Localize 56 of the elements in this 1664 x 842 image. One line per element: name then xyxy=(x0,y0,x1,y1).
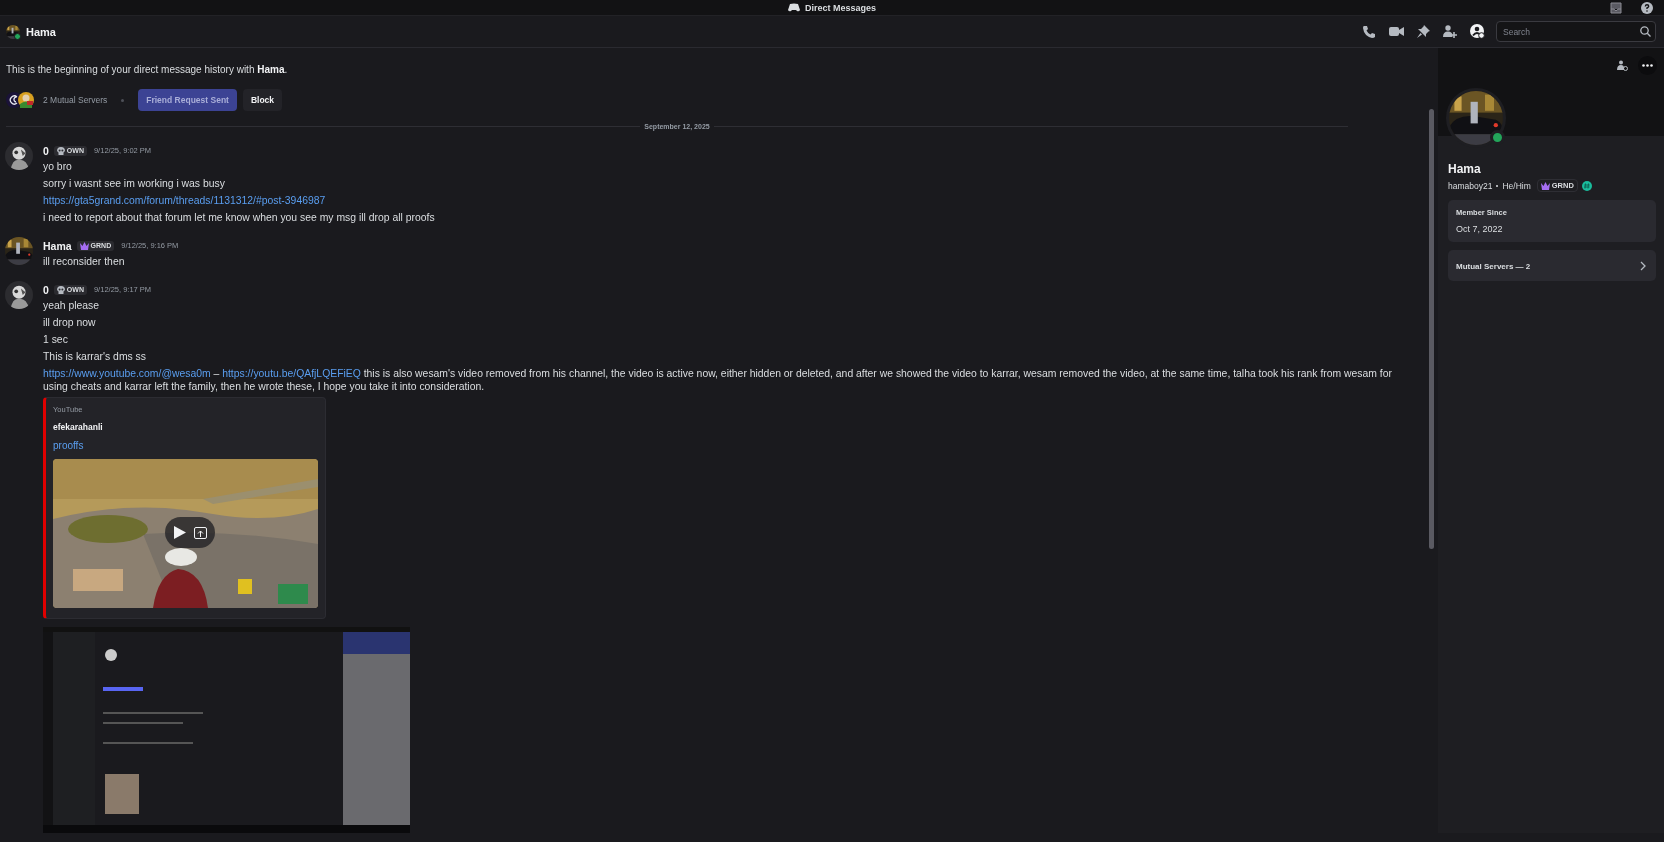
member-since-date: Oct 7, 2022 xyxy=(1456,224,1504,234)
message-link[interactable]: https://youtu.be/QAfjLQEFiEQ xyxy=(222,368,361,379)
author-name[interactable]: 0 xyxy=(43,144,49,157)
message-text: 1 sec xyxy=(43,333,69,346)
crown-icon xyxy=(1540,181,1550,190)
pronouns: He/Him xyxy=(1502,180,1531,191)
channel-name: Hama xyxy=(26,25,56,38)
controller-icon xyxy=(787,3,800,12)
block-button[interactable]: Block xyxy=(242,89,283,111)
message-text: This is karrar's dms ss xyxy=(43,350,147,363)
message-text: yeah please xyxy=(43,299,101,312)
user-avatar xyxy=(5,281,33,309)
user-note-icon[interactable] xyxy=(1615,60,1628,71)
message-text: ill drop now xyxy=(43,316,97,329)
message-text: sorry i wasnt see im working i was busy xyxy=(43,177,226,190)
help-icon[interactable] xyxy=(1641,1,1653,14)
message-link[interactable]: https://gta5grand.com/forum/threads/1131312/#post-3946987 xyxy=(43,195,326,206)
author-name[interactable]: Hama xyxy=(43,239,72,252)
search-icon[interactable] xyxy=(1640,26,1651,37)
message-text: yo bro xyxy=(43,160,73,173)
phone-call-icon[interactable] xyxy=(1362,24,1376,39)
skull-icon xyxy=(56,146,65,155)
skull-icon xyxy=(56,285,65,294)
user-profile-icon[interactable] xyxy=(1470,24,1485,39)
open-external-icon xyxy=(193,526,207,539)
user-avatar xyxy=(5,237,33,265)
message-text: ill reconsider then xyxy=(43,255,126,268)
user-avatar xyxy=(6,24,20,39)
inbox-icon[interactable] xyxy=(1610,1,1622,14)
message-text: https://www.youtube.com/@wesa0m – https://youtu.be/QAfjLQEFiEQ this is also wesam's video removed from his channel, the video is active now, either hidden or deleted, and after we showed the video to karrar, wesam removed the video, at the same time, talha took his rank from wesam for using cheats and karrar left the family, then he wrote these, I hope you take it into consideration. xyxy=(43,367,1393,393)
scrollbar[interactable] xyxy=(1429,109,1434,549)
more-icon[interactable] xyxy=(1642,64,1653,67)
server-icon[interactable] xyxy=(18,92,34,108)
message-text: i need to report about that forum let me know when you see my msg ill drop all proofs xyxy=(43,211,436,224)
message-link[interactable]: https://www.youtube.com/@wesa0m xyxy=(43,368,211,379)
friend-request-button[interactable]: Friend Request Sent xyxy=(138,89,237,111)
intro-text: This is the beginning of your direct message history with Hama. xyxy=(6,64,289,75)
author-name[interactable]: 0 xyxy=(43,283,49,296)
more-button[interactable] xyxy=(1638,56,1657,75)
mutual-servers-button[interactable]: Mutual Servers — 2 xyxy=(1448,250,1656,281)
embed-author[interactable]: efekarahanli xyxy=(53,422,103,432)
video-camera-icon[interactable] xyxy=(1389,26,1404,37)
mutual-servers-link[interactable]: 2 Mutual Servers xyxy=(43,95,108,105)
crown-icon xyxy=(79,241,89,250)
badge-icon[interactable] xyxy=(1581,180,1592,191)
chevron-right-icon xyxy=(1640,261,1646,271)
username: hamaboy21 xyxy=(1448,180,1493,191)
profile-avatar xyxy=(1449,91,1503,145)
display-name: Hama xyxy=(1448,162,1482,176)
window-title: Direct Messages xyxy=(804,2,876,13)
embed-title[interactable]: prooffs xyxy=(53,440,84,451)
pin-icon[interactable] xyxy=(1417,25,1430,38)
user-avatar xyxy=(5,142,33,170)
add-friend-icon[interactable] xyxy=(1443,25,1457,38)
search-field[interactable]: Search xyxy=(1496,21,1656,42)
play-icon xyxy=(173,526,186,539)
